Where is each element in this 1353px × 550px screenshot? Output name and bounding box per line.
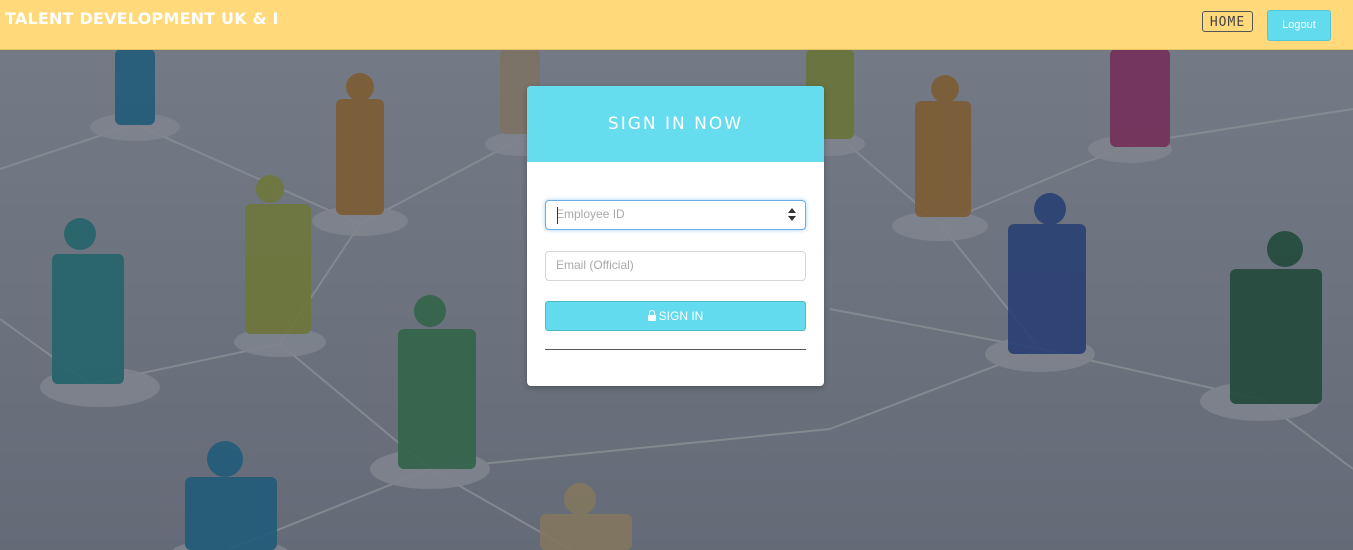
sign-in-button-label: SIGN IN: [658, 309, 704, 323]
email-input[interactable]: [546, 252, 776, 278]
lock-icon: [647, 310, 656, 321]
spinner-up-icon[interactable]: [788, 208, 796, 213]
top-navbar: TALENT DEVELOPMENT UK & I HOME Logout: [0, 0, 1353, 50]
number-spinner-icon[interactable]: [787, 207, 797, 223]
sign-in-header: SIGN IN NOW: [527, 86, 824, 162]
text-cursor: [557, 207, 558, 224]
employee-id-field[interactable]: [545, 200, 806, 230]
sign-in-button[interactable]: SIGN IN: [545, 301, 806, 331]
sign-in-card: SIGN IN NOW SIGN IN: [527, 86, 824, 386]
sign-in-title: SIGN IN NOW: [607, 114, 744, 134]
logout-button[interactable]: Logout: [1267, 10, 1331, 41]
spinner-down-icon[interactable]: [788, 216, 796, 221]
brand-title[interactable]: TALENT DEVELOPMENT UK & I: [5, 9, 279, 28]
divider: [545, 349, 806, 350]
employee-id-input[interactable]: [546, 201, 776, 227]
home-link[interactable]: HOME: [1202, 11, 1253, 32]
email-field[interactable]: [545, 251, 806, 281]
